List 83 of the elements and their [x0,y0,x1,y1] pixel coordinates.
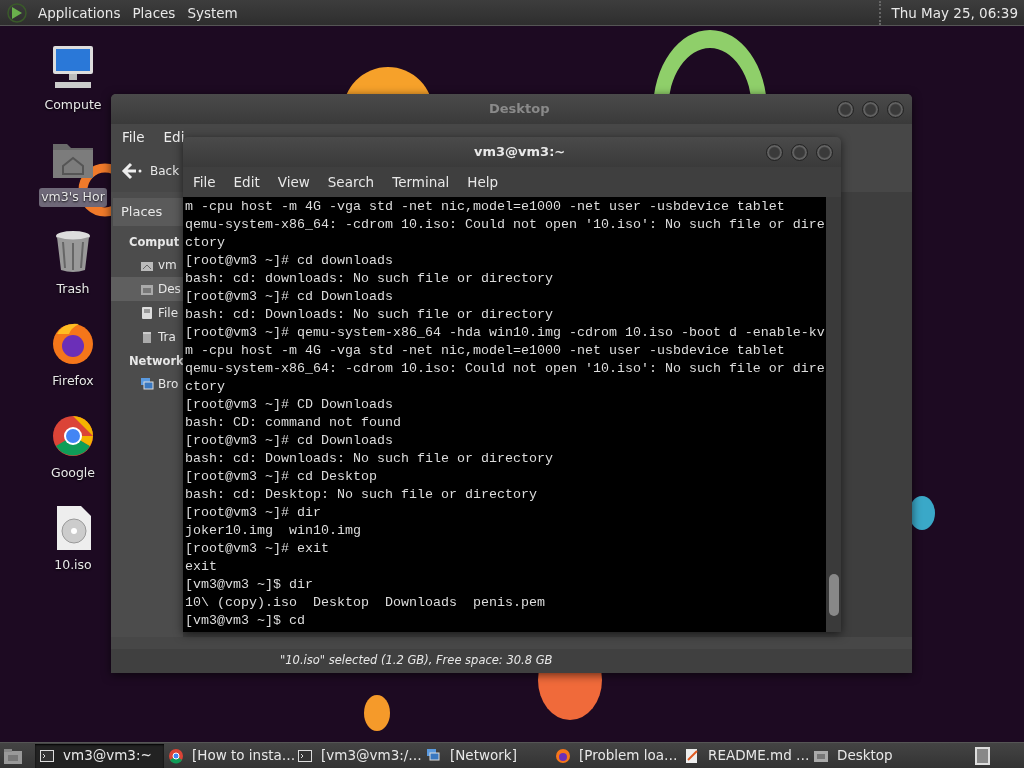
panel-menu[interactable]: Places [126,0,182,25]
terminal-line: bash: cd: Downloads: No such file or directory [185,450,554,468]
taskbar-button[interactable]: Desktop [809,743,938,768]
terminal-line: [root@vm3 ~]# cd Downloads [185,432,394,450]
sidebar-item[interactable]: vm [111,252,183,277]
icon-label[interactable]: Firefox [50,372,96,391]
terminal-line: bash: cd: Downloads: No such file or directory [185,306,554,324]
workspace-switcher[interactable] [975,746,990,765]
menu-item[interactable]: Edit [224,171,269,193]
terminal-line: ctory [185,378,226,396]
globe-icon [555,747,571,764]
window-title: Desktop [489,100,550,119]
terminal-line: [vm3@vm3 ~]$ cd [185,612,306,630]
notepad-icon [684,747,700,764]
scrollbar-thumb[interactable] [829,574,839,616]
terminal-line: 10\ (copy).iso Desktop Downloads penis.pem [185,594,546,612]
terminal-line: [root@vm3 ~]# exit [185,540,330,558]
window-control-button[interactable] [837,100,854,118]
sidebar-item[interactable]: Bro [111,372,183,396]
window-control-button[interactable] [791,143,808,161]
panel-menu[interactable]: System [181,0,244,25]
menu-item[interactable]: Search [318,171,384,193]
drive-icon [140,305,154,320]
window-control-button[interactable] [816,143,833,161]
terminal-line: [root@vm3 ~]# cd Downloads [185,288,394,306]
terminal-line: joker10.img win10.img [185,522,362,540]
icon-label[interactable]: Trash [54,280,92,299]
terminal-line: qemu-system-x86_64: -cdrom 10.iso: Could not open '10.iso': No such file or dire [185,360,826,378]
sidebar-item[interactable]: Tra [111,324,183,349]
menu-item[interactable]: Terminal [383,171,459,193]
menu-item[interactable]: Edi [163,126,185,148]
terminal-line: ctory [185,234,226,252]
menu-item[interactable]: View [268,171,319,193]
network-icon [426,747,442,764]
scrollbar[interactable] [826,197,841,632]
app-menu-icon[interactable] [6,1,28,24]
sidebar-item[interactable]: File [111,300,183,325]
taskbar-button[interactable]: [How to insta… [164,743,293,768]
menu-item[interactable]: File [184,171,225,193]
status-text: "10.iso" selected (1.2 GB), Free space: 30.8 GB [280,652,553,670]
show-desktop-icon[interactable] [3,746,23,765]
icon-label[interactable]: vm3's Hor [39,188,107,207]
terminal-line: bash: cd: downloads: No such file or directory [185,270,554,288]
terminal-line: bash: cd: Desktop: No such file or directory [185,486,538,504]
panel-menu[interactable]: Applications [32,0,127,25]
window-control-button[interactable] [766,143,783,161]
terminal-line: [root@vm3 ~]# cd Desktop [185,468,378,486]
taskbar-button[interactable]: [vm3@vm3:/… [293,743,422,768]
terminal-line: exit [185,558,218,576]
taskbar-button[interactable]: vm3@vm3:~ [35,743,164,768]
taskbar-button[interactable]: [Network] [422,743,551,768]
terminal-line: m -cpu host -m 4G -vga std -net nic,model=e1000 -net user -usbdevice tablet [185,342,786,360]
terminal-line: [vm3@vm3 ~]$ dir [185,576,314,594]
icon-label[interactable]: Compute [42,96,104,115]
menu-item[interactable]: Help [458,171,508,193]
sidebar-heading: Network [128,352,183,370]
taskbar-button[interactable]: [Problem loa… [551,743,680,768]
clock[interactable]: Thu May 25, 06:39 [879,0,1024,25]
terminal-line: bash: CD: command not found [185,414,402,432]
window-control-button[interactable] [862,100,879,118]
sidebar-tab[interactable]: Places [113,198,183,226]
wallpaper-oval [909,496,935,530]
sidebar-item[interactable]: Des [111,276,183,301]
window-title: vm3@vm3:~ [474,143,566,162]
terminal-icon [297,747,313,764]
icon-label[interactable]: 10.iso [52,556,94,575]
menu-item[interactable]: File [122,126,145,148]
wallpaper-oval [364,695,390,731]
globe-icon [168,747,184,764]
sidebar-heading: Comput [128,233,181,251]
back-button[interactable]: Back [150,162,180,180]
terminal-line: [root@vm3 ~]# dir [185,504,322,522]
back-arrow-icon[interactable] [121,161,143,181]
terminal-icon [39,747,55,764]
terminal-line: [root@vm3 ~]# CD Downloads [185,396,394,414]
network-icon [140,377,154,391]
terminal-line: [root@vm3 ~]# cd downloads [185,252,394,270]
icon-label[interactable]: Google [48,464,98,483]
window-control-button[interactable] [887,100,904,118]
taskbar-button[interactable]: README.md … [680,743,809,768]
terminal-line: qemu-system-x86_64: -cdrom 10.iso: Could not open '10.iso': No such file or dire [185,216,826,234]
terminal-line: m -cpu host -m 4G -vga std -net nic,model=e1000 -net user -usbdevice tablet [185,198,786,216]
terminal-line: [root@vm3 ~]# qemu-system-x86_64 -hda win10.img -cdrom 10.iso -boot d -enable-kv [185,324,826,342]
